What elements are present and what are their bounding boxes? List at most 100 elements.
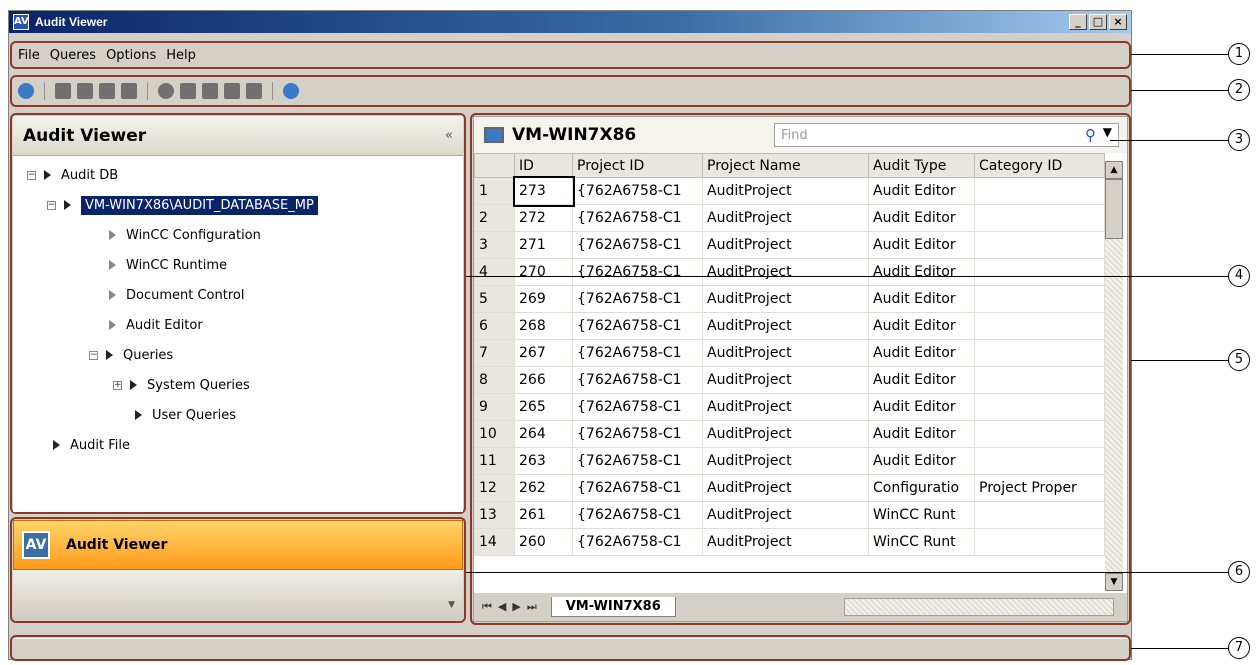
table-cell[interactable]: [974, 447, 1105, 475]
table-cell[interactable]: [974, 312, 1105, 340]
table-cell[interactable]: Audit Editor: [868, 447, 975, 475]
row-number[interactable]: 6: [474, 312, 515, 340]
table-row[interactable]: 3 271 {762A6758-C1 AuditProject Audit Editor: [474, 231, 1105, 259]
table-row[interactable]: 13 261 {762A6758-C1 AuditProject WinCC Runt: [474, 501, 1105, 529]
menu-file[interactable]: File: [18, 48, 40, 63]
table-cell[interactable]: {762A6758-C1: [572, 231, 703, 259]
table-cell[interactable]: AuditProject: [702, 393, 869, 421]
sheet-tab[interactable]: VM-WIN7X86: [550, 597, 676, 617]
menu-queres[interactable]: Queres: [50, 48, 96, 63]
find-input[interactable]: Find: [781, 128, 808, 143]
table-cell[interactable]: 267: [514, 339, 573, 367]
row-number[interactable]: 9: [474, 393, 515, 421]
table-cell[interactable]: Audit Editor: [868, 177, 975, 205]
table-row[interactable]: 7 267 {762A6758-C1 AuditProject Audit Editor: [474, 339, 1105, 367]
save-icon[interactable]: [121, 83, 137, 99]
table-row[interactable]: 12 262 {762A6758-C1 AuditProject Configurati…: [474, 474, 1105, 502]
table-cell[interactable]: Audit Editor: [868, 204, 975, 232]
row-number[interactable]: 8: [474, 366, 515, 394]
table-row[interactable]: 10 264 {762A6758-C1 AuditProject Audit Edito…: [474, 420, 1105, 448]
table-cell[interactable]: WinCC Runt: [868, 528, 975, 556]
table-cell[interactable]: [974, 204, 1105, 232]
table-row[interactable]: 11 263 {762A6758-C1 AuditProject Audit Edito…: [474, 447, 1105, 475]
print-icon[interactable]: [246, 83, 262, 99]
collapse-icon[interactable]: «: [445, 128, 453, 143]
table-row[interactable]: 6 268 {762A6758-C1 AuditProject Audit Editor: [474, 312, 1105, 340]
table-cell[interactable]: AuditProject: [702, 177, 869, 205]
table-row[interactable]: 2 272 {762A6758-C1 AuditProject Audit Editor: [474, 204, 1105, 232]
table-cell[interactable]: 264: [514, 420, 573, 448]
table-cell[interactable]: [974, 528, 1105, 556]
row-number[interactable]: 14: [474, 528, 515, 556]
table-cell[interactable]: AuditProject: [702, 258, 869, 286]
maximize-button[interactable]: □: [1089, 14, 1107, 30]
table-cell[interactable]: AuditProject: [702, 231, 869, 259]
search-icon[interactable]: ⚲: [1085, 126, 1096, 144]
table-cell[interactable]: Audit Editor: [868, 231, 975, 259]
tree-node-wincc-configuration[interactable]: WinCC Configuration: [109, 224, 261, 246]
table-cell[interactable]: {762A6758-C1: [572, 528, 703, 556]
menu-options[interactable]: Options: [106, 48, 156, 63]
table-cell[interactable]: AuditProject: [702, 312, 869, 340]
tree-node-database[interactable]: − VM-WIN7X86\AUDIT_DATABASE_MP: [47, 194, 318, 216]
row-number[interactable]: 12: [474, 474, 515, 502]
vertical-scrollbar[interactable]: ▲ ▼: [1105, 161, 1123, 591]
column-header-category-id[interactable]: Category ID: [974, 153, 1105, 178]
column-header-project-name[interactable]: Project Name: [702, 153, 869, 178]
table-cell[interactable]: [974, 366, 1105, 394]
table-cell[interactable]: Configuratio: [868, 474, 975, 502]
table-cell[interactable]: AuditProject: [702, 501, 869, 529]
row-number[interactable]: 3: [474, 231, 515, 259]
table-cell[interactable]: {762A6758-C1: [572, 447, 703, 475]
row-number[interactable]: 13: [474, 501, 515, 529]
table-cell[interactable]: 260: [514, 528, 573, 556]
table-cell[interactable]: AuditProject: [702, 339, 869, 367]
table-cell[interactable]: 261: [514, 501, 573, 529]
table-row[interactable]: 1 273 {762A6758-C1 AuditProject Audit Editor: [474, 175, 1105, 207]
tree-node-user-queries[interactable]: User Queries: [135, 404, 236, 426]
table-cell[interactable]: 273: [512, 175, 575, 207]
table-cell[interactable]: WinCC Runt: [868, 501, 975, 529]
table-cell[interactable]: AuditProject: [702, 474, 869, 502]
table-cell[interactable]: {762A6758-C1: [572, 258, 703, 286]
table-cell[interactable]: {762A6758-C1: [572, 177, 703, 205]
table-cell[interactable]: {762A6758-C1: [572, 420, 703, 448]
table-cell[interactable]: [974, 339, 1105, 367]
chevron-down-icon[interactable]: ▼: [448, 600, 455, 610]
new-icon[interactable]: [55, 83, 71, 99]
table-row[interactable]: 4 270 {762A6758-C1 AuditProject Audit Editor: [474, 258, 1105, 286]
export-icon[interactable]: [202, 83, 218, 99]
table-cell[interactable]: 268: [514, 312, 573, 340]
filter-icon[interactable]: [180, 83, 196, 99]
row-number[interactable]: 1: [474, 177, 515, 205]
row-number[interactable]: 4: [474, 258, 515, 286]
table-cell[interactable]: Audit Editor: [868, 420, 975, 448]
table-cell[interactable]: 265: [514, 393, 573, 421]
table-cell[interactable]: AuditProject: [702, 366, 869, 394]
horizontal-scrollbar[interactable]: [844, 598, 1114, 616]
table-cell[interactable]: Audit Editor: [868, 285, 975, 313]
row-number[interactable]: 5: [474, 285, 515, 313]
table-row[interactable]: 8 266 {762A6758-C1 AuditProject Audit Editor: [474, 366, 1105, 394]
table-cell[interactable]: Audit Editor: [868, 339, 975, 367]
table-cell[interactable]: {762A6758-C1: [572, 393, 703, 421]
tree-node-audit-db[interactable]: − Audit DB: [27, 164, 118, 186]
table-cell[interactable]: {762A6758-C1: [572, 312, 703, 340]
table-cell[interactable]: [974, 393, 1105, 421]
table-cell[interactable]: [974, 258, 1105, 286]
dropdown-arrow-icon[interactable]: ▼: [1103, 125, 1112, 139]
tree-node-audit-editor[interactable]: Audit Editor: [109, 314, 203, 336]
settings-icon[interactable]: [158, 83, 174, 99]
minimize-button[interactable]: _: [1069, 14, 1087, 30]
table-cell[interactable]: [974, 285, 1105, 313]
row-number[interactable]: 11: [474, 447, 515, 475]
nav-audit-viewer[interactable]: AV Audit Viewer: [13, 520, 463, 570]
table-row[interactable]: 14 260 {762A6758-C1 AuditProject WinCC Runt: [474, 528, 1105, 556]
row-number[interactable]: 7: [474, 339, 515, 367]
tree-node-queries[interactable]: − Queries: [89, 344, 173, 366]
table-cell[interactable]: AuditProject: [702, 285, 869, 313]
column-header-project-id[interactable]: Project ID: [572, 153, 703, 178]
collapse-box-icon[interactable]: −: [27, 170, 36, 180]
tree-node-system-queries[interactable]: + System Queries: [113, 374, 250, 396]
table-cell[interactable]: 262: [514, 474, 573, 502]
